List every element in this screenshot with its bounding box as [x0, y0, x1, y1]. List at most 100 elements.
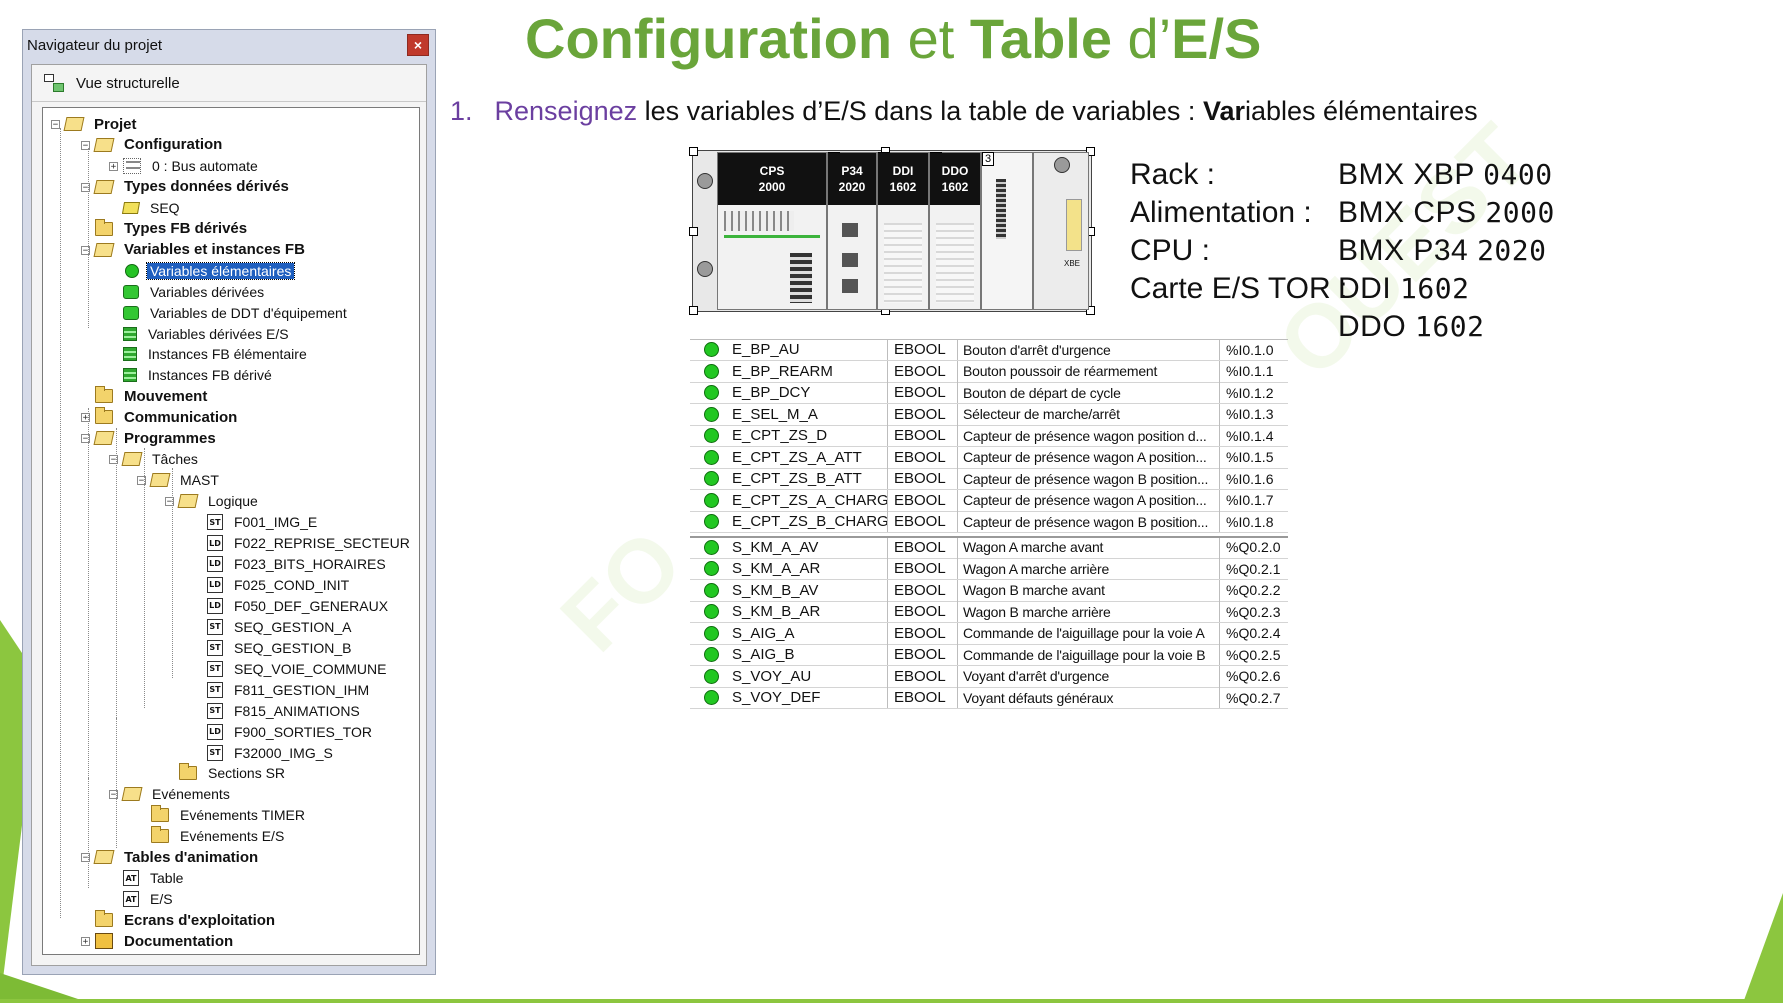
variable-name-cell[interactable]: S_KM_A_AR — [732, 558, 888, 579]
tree-item[interactable]: Variables dérivées — [123, 282, 267, 302]
tree-item[interactable]: ST F815_ANIMATIONS — [207, 701, 363, 721]
tree-item[interactable]: LD F023_BITS_HORAIRES — [207, 554, 389, 574]
table-row[interactable]: E_CPT_ZS_B_ATT EBOOL Capteur de présence w… — [690, 468, 1288, 490]
variable-type-cell[interactable]: EBOOL — [888, 579, 958, 601]
variable-address-cell[interactable]: %I0.1.8 — [1220, 511, 1288, 532]
table-row[interactable]: E_BP_REARM EBOOL Bouton poussoir de réarme… — [690, 360, 1288, 383]
variable-address-cell[interactable]: %Q0.2.6 — [1220, 666, 1288, 687]
project-tree[interactable]: Projet − Configuration −0 : Bus automate + Ty… — [42, 107, 420, 955]
tree-item[interactable]: Instances FB dérivé — [123, 365, 275, 385]
tree-item[interactable]: Evénements — [121, 784, 233, 804]
variable-comment-cell[interactable]: Capteur de présence wagon position d... — [958, 425, 1220, 446]
tree-item[interactable]: Types données dérivés — [93, 177, 292, 197]
variable-address-cell[interactable]: %I0.1.0 — [1220, 339, 1288, 360]
tree-item[interactable]: Mouvement — [95, 386, 210, 406]
tree-item[interactable]: LD F022_REPRISE_SECTEUR — [207, 533, 413, 553]
variable-type-cell[interactable]: EBOOL — [888, 339, 958, 360]
variable-comment-cell[interactable]: Voyant défauts généraux — [958, 687, 1220, 708]
variable-comment-cell[interactable]: Capteur de présence wagon A position... — [958, 489, 1220, 511]
variable-address-cell[interactable]: %I0.1.6 — [1220, 468, 1288, 489]
table-row[interactable]: S_AIG_A EBOOL Commande de l'aiguillage pou… — [690, 622, 1288, 645]
resize-handle[interactable] — [689, 306, 698, 315]
variable-comment-cell[interactable]: Voyant d'arrêt d'urgence — [958, 665, 1220, 687]
close-button[interactable]: × — [407, 34, 429, 56]
tree-item[interactable]: Programmes — [93, 428, 219, 448]
tree-item[interactable]: Communication — [95, 407, 240, 427]
tree-item[interactable]: Documentation — [95, 931, 236, 951]
table-row[interactable]: E_CPT_ZS_D EBOOL Capteur de présence wagon… — [690, 425, 1288, 447]
variable-address-cell[interactable]: %Q0.2.5 — [1220, 644, 1288, 665]
tree-item[interactable]: Ecrans d'exploitation — [95, 910, 278, 930]
variable-comment-cell[interactable]: Sélecteur de marche/arrêt — [958, 403, 1220, 425]
variable-type-cell[interactable]: EBOOL — [888, 382, 958, 403]
variable-address-cell[interactable]: %I0.1.2 — [1220, 382, 1288, 403]
tree-item[interactable]: Variables dérivées E/S — [123, 324, 292, 344]
tree-item[interactable]: ST SEQ_VOIE_COMMUNE — [207, 659, 389, 679]
structural-view-tab[interactable]: Vue structurelle — [32, 65, 426, 102]
variable-name-cell[interactable]: S_KM_B_AV — [732, 579, 888, 601]
variable-address-cell[interactable]: %Q0.2.2 — [1220, 580, 1288, 601]
variable-type-cell[interactable]: EBOOL — [888, 558, 958, 579]
variable-comment-cell[interactable]: Bouton de départ de cycle — [958, 382, 1220, 403]
variable-name-cell[interactable]: E_BP_REARM — [732, 360, 888, 382]
resize-handle[interactable] — [689, 227, 698, 236]
tree-item[interactable]: Instances FB élémentaire — [123, 344, 310, 364]
tree-item[interactable]: Logique — [177, 491, 261, 511]
tree-item[interactable]: AT E/S — [123, 889, 176, 909]
tree-item[interactable]: Variables élémentaires — [123, 261, 296, 281]
variable-name-cell[interactable]: E_CPT_ZS_A_ATT — [732, 446, 888, 468]
variable-comment-cell[interactable]: Wagon B marche arrière — [958, 601, 1220, 622]
variable-type-cell[interactable]: EBOOL — [888, 687, 958, 708]
table-row[interactable]: E_BP_AU EBOOL Bouton d'arrêt d'urgence %I0.… — [690, 339, 1288, 361]
tree-item[interactable]: MAST — [149, 470, 222, 490]
variable-name-cell[interactable]: E_CPT_ZS_B_CHARG — [732, 511, 888, 532]
variable-comment-cell[interactable]: Capteur de présence wagon B position... — [958, 511, 1220, 532]
variable-name-cell[interactable]: E_BP_AU — [732, 339, 888, 360]
variable-type-cell[interactable]: EBOOL — [888, 665, 958, 687]
tree-item[interactable]: SEQ — [121, 198, 183, 218]
variable-type-cell[interactable]: EBOOL — [888, 403, 958, 425]
variable-address-cell[interactable]: %I0.1.5 — [1220, 447, 1288, 468]
variable-name-cell[interactable]: S_AIG_B — [732, 644, 888, 665]
variable-name-cell[interactable]: E_CPT_ZS_A_CHARG — [732, 489, 888, 511]
table-row[interactable]: S_KM_A_AV EBOOL Wagon A marche avant %Q0.2.… — [690, 536, 1288, 559]
tree-item[interactable]: ST F001_IMG_E — [207, 512, 320, 532]
tree-item[interactable]: 0 : Bus automate — [123, 156, 261, 176]
variable-name-cell[interactable]: E_BP_DCY — [732, 382, 888, 403]
variable-type-cell[interactable]: EBOOL — [888, 425, 958, 446]
variable-comment-cell[interactable]: Commande de l'aiguillage pour la voie A — [958, 622, 1220, 644]
table-row[interactable]: S_VOY_DEF EBOOL Voyant défauts généraux %Q0… — [690, 687, 1288, 709]
variable-comment-cell[interactable]: Capteur de présence wagon B position... — [958, 468, 1220, 489]
tree-item[interactable]: AT Table — [123, 868, 186, 888]
variable-comment-cell[interactable]: Wagon A marche avant — [958, 536, 1220, 558]
variable-name-cell[interactable]: S_KM_A_AV — [732, 536, 888, 558]
tree-item[interactable]: ST F811_GESTION_IHM — [207, 680, 372, 700]
collapse-toggle-icon[interactable]: − — [51, 120, 60, 130]
variable-name-cell[interactable]: E_CPT_ZS_D — [732, 425, 888, 446]
table-row[interactable]: E_CPT_ZS_B_CHARG EBOOL Capteur de présence… — [690, 511, 1288, 533]
variable-address-cell[interactable]: %I0.1.1 — [1220, 361, 1288, 382]
variable-comment-cell[interactable]: Commande de l'aiguillage pour la voie B — [958, 644, 1220, 665]
variable-type-cell[interactable]: EBOOL — [888, 468, 958, 489]
variable-name-cell[interactable]: E_SEL_M_A — [732, 403, 888, 425]
tree-item[interactable]: LD F025_COND_INIT — [207, 575, 352, 595]
variable-name-cell[interactable]: S_KM_B_AR — [732, 601, 888, 622]
tree-item[interactable]: Sections SR — [179, 763, 288, 783]
tree-item[interactable]: Projet — [63, 114, 140, 134]
variable-address-cell[interactable]: %I0.1.7 — [1220, 490, 1288, 511]
tree-item[interactable]: ST SEQ_GESTION_A — [207, 617, 354, 637]
variable-type-cell[interactable]: EBOOL — [888, 644, 958, 665]
table-row[interactable]: S_KM_A_AR EBOOL Wagon A marche arrière %Q0.… — [690, 558, 1288, 580]
table-row[interactable]: S_VOY_AU EBOOL Voyant d'arrêt d'urgence %Q0… — [690, 665, 1288, 688]
variable-comment-cell[interactable]: Wagon A marche arrière — [958, 558, 1220, 579]
variable-address-cell[interactable]: %Q0.2.7 — [1220, 687, 1288, 708]
variable-type-cell[interactable]: EBOOL — [888, 511, 958, 532]
variable-name-cell[interactable]: S_VOY_AU — [732, 665, 888, 687]
table-row[interactable]: E_CPT_ZS_A_CHARG EBOOL Capteur de présence… — [690, 489, 1288, 512]
variable-type-cell[interactable]: EBOOL — [888, 536, 958, 558]
variable-type-cell[interactable]: EBOOL — [888, 446, 958, 468]
table-row[interactable]: S_KM_B_AR EBOOL Wagon B marche arrière %Q0.… — [690, 601, 1288, 623]
variable-address-cell[interactable]: %Q0.2.1 — [1220, 558, 1288, 579]
resize-handle[interactable] — [689, 147, 698, 156]
variable-type-cell[interactable]: EBOOL — [888, 622, 958, 644]
